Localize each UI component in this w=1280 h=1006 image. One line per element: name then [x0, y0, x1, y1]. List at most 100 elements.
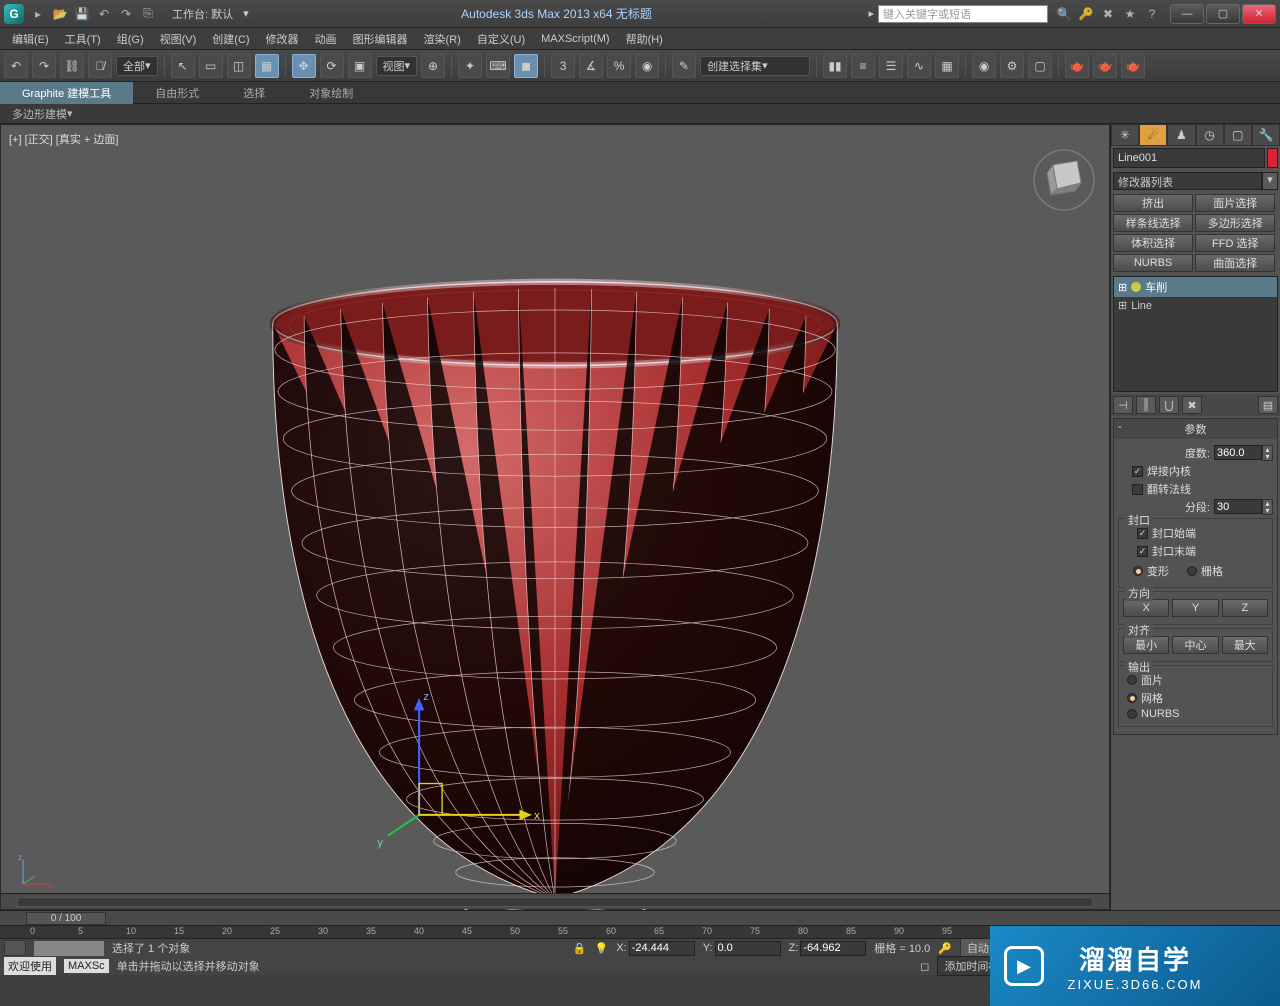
segments-spinner[interactable]: ▴▾ — [1214, 499, 1273, 515]
tab-motion-icon[interactable]: ◷ — [1196, 124, 1224, 146]
radio-grid[interactable] — [1187, 566, 1197, 576]
coord-x-input[interactable] — [629, 941, 695, 956]
percent-snap-icon[interactable]: % — [607, 54, 631, 78]
align-min-button[interactable]: 最小 — [1123, 636, 1169, 654]
curve-editor-icon[interactable]: ∿ — [907, 54, 931, 78]
make-unique-icon[interactable]: ⋃ — [1159, 396, 1179, 414]
time-slider[interactable]: 0 / 100 — [0, 911, 1280, 925]
modifier-list-chevron-icon[interactable]: ▾ — [1262, 172, 1278, 190]
redo-icon[interactable]: ↷ — [32, 54, 56, 78]
move-icon[interactable]: ✥ — [292, 54, 316, 78]
weld-checkbox[interactable]: ✓ — [1132, 466, 1143, 477]
qat-save-icon[interactable]: 💾 — [74, 6, 90, 22]
snap-3d-icon[interactable]: 3 — [551, 54, 575, 78]
tab-modify-icon[interactable]: ☄ — [1139, 124, 1167, 146]
maximize-button[interactable]: ▢ — [1206, 4, 1240, 24]
select-manipulate-icon[interactable]: ✦ — [458, 54, 482, 78]
radio-patch[interactable] — [1127, 675, 1137, 685]
pin-stack-icon[interactable]: ⊣ — [1113, 396, 1133, 414]
align-icon[interactable]: ≡ — [851, 54, 875, 78]
bulb-icon[interactable] — [1131, 282, 1141, 292]
render-setup-icon[interactable]: ⚙ — [1000, 54, 1024, 78]
render-frame-icon[interactable]: ▢ — [1028, 54, 1052, 78]
qat-open-icon[interactable]: 📂 — [52, 6, 68, 22]
ribbon-tab-freeform[interactable]: 自由形式 — [133, 82, 221, 104]
select-icon[interactable]: ↖ — [171, 54, 195, 78]
dir-y-button[interactable]: Y — [1172, 599, 1218, 617]
degrees-spinner[interactable]: ▴▾ — [1214, 445, 1273, 461]
window-crossing-icon[interactable]: ▦ — [255, 54, 279, 78]
ribbon-tab-selection[interactable]: 选择 — [221, 82, 287, 104]
align-center-button[interactable]: 中心 — [1172, 636, 1218, 654]
render-active-icon[interactable]: 🫖 — [1121, 54, 1145, 78]
menu-grapheditors[interactable]: 图形编辑器 — [345, 29, 416, 49]
help-icon[interactable]: ? — [1144, 6, 1160, 22]
link-icon[interactable]: ⛓ — [60, 54, 84, 78]
close-button[interactable]: ✕ — [1242, 4, 1276, 24]
mod-splinesel[interactable]: 样条线选择 — [1113, 214, 1193, 232]
unlink-icon[interactable]: ⛓̸ — [88, 54, 112, 78]
angle-snap-icon[interactable]: ∡ — [579, 54, 603, 78]
minimize-button[interactable]: — — [1170, 4, 1204, 24]
mod-polysel[interactable]: 多边形选择 — [1195, 214, 1275, 232]
dir-x-button[interactable]: X — [1123, 599, 1169, 617]
ribbon-tab-graphite[interactable]: Graphite 建模工具 — [0, 82, 133, 104]
frame-display[interactable]: 0 / 100 — [26, 912, 106, 925]
menu-modifiers[interactable]: 修改器 — [258, 29, 307, 49]
viewcube[interactable] — [1029, 145, 1099, 215]
object-color-swatch[interactable] — [1267, 148, 1278, 168]
configure-icon[interactable]: ▤ — [1258, 396, 1278, 414]
material-editor-icon[interactable]: ◉ — [972, 54, 996, 78]
show-end-icon[interactable]: ║ — [1136, 396, 1156, 414]
tab-create-icon[interactable]: ✳ — [1111, 124, 1139, 146]
sign-in-icon[interactable]: 🔑 — [1078, 6, 1094, 22]
favorite-icon[interactable]: ★ — [1122, 6, 1138, 22]
snap-toggle-icon[interactable]: ◼ — [514, 54, 538, 78]
menu-maxscript[interactable]: MAXScript(M) — [533, 31, 617, 47]
pivot-icon[interactable]: ⊕ — [421, 54, 445, 78]
capstart-checkbox[interactable]: ✓ — [1137, 528, 1148, 539]
rotate-icon[interactable]: ⟳ — [320, 54, 344, 78]
app-icon[interactable]: G — [4, 4, 24, 24]
isolate-icon[interactable]: ◻ — [920, 960, 929, 973]
workspace-label[interactable]: 工作台: 默认 — [172, 6, 233, 22]
viewport-scrollbar[interactable] — [1, 893, 1109, 909]
qat-redo-icon[interactable]: ↷ — [118, 6, 134, 22]
tab-utilities-icon[interactable]: 🔧 — [1252, 124, 1280, 146]
mod-volsel[interactable]: 体积选择 — [1113, 234, 1193, 252]
menu-views[interactable]: 视图(V) — [152, 29, 205, 49]
keyboard-shortcut-icon[interactable]: ⌨ — [486, 54, 510, 78]
modifier-stack[interactable]: ⊞车削 ⊞Line — [1113, 276, 1278, 392]
menu-tools[interactable]: 工具(T) — [57, 29, 109, 49]
infocenter-chevron-icon[interactable]: ▸ — [868, 7, 874, 20]
menu-edit[interactable]: 编辑(E) — [4, 29, 57, 49]
render-prod-icon[interactable]: 🫖 — [1065, 54, 1089, 78]
select-region-icon[interactable]: ◫ — [227, 54, 251, 78]
qat-link-icon[interactable]: ⎘ — [140, 6, 156, 22]
exchange-icon[interactable]: ✖ — [1100, 6, 1116, 22]
spinner-snap-icon[interactable]: ◉ — [635, 54, 659, 78]
lightbulb-icon[interactable]: 💡 — [595, 942, 609, 955]
mod-patchsel[interactable]: 面片选择 — [1195, 194, 1275, 212]
radio-morph[interactable] — [1133, 566, 1143, 576]
menu-rendering[interactable]: 渲染(R) — [416, 29, 469, 49]
coord-z-input[interactable] — [800, 941, 866, 956]
stack-item-line[interactable]: ⊞Line — [1114, 297, 1277, 314]
select-name-icon[interactable]: ▭ — [199, 54, 223, 78]
align-max-button[interactable]: 最大 — [1222, 636, 1268, 654]
selection-filter-combo[interactable]: 全部 ▾ — [116, 56, 158, 76]
ribbon-tab-objectpaint[interactable]: 对象绘制 — [287, 82, 375, 104]
rollup-header[interactable]: -参数 — [1114, 419, 1277, 439]
key-icon[interactable]: 🔑 — [938, 942, 952, 955]
qat-new-icon[interactable]: ▸ — [30, 6, 46, 22]
menu-create[interactable]: 创建(C) — [204, 29, 257, 49]
trackbar-icon[interactable] — [4, 940, 26, 956]
selection-lock-box[interactable] — [34, 941, 104, 956]
stack-item-lathe[interactable]: ⊞车削 — [1114, 277, 1277, 297]
remove-mod-icon[interactable]: ✖ — [1182, 396, 1202, 414]
lock-icon[interactable]: 🔒 — [573, 942, 587, 955]
undo-icon[interactable]: ↶ — [4, 54, 28, 78]
search-input[interactable]: 键入关键字或短语 — [878, 5, 1048, 23]
scale-icon[interactable]: ▣ — [348, 54, 372, 78]
object-name-input[interactable] — [1113, 148, 1265, 168]
